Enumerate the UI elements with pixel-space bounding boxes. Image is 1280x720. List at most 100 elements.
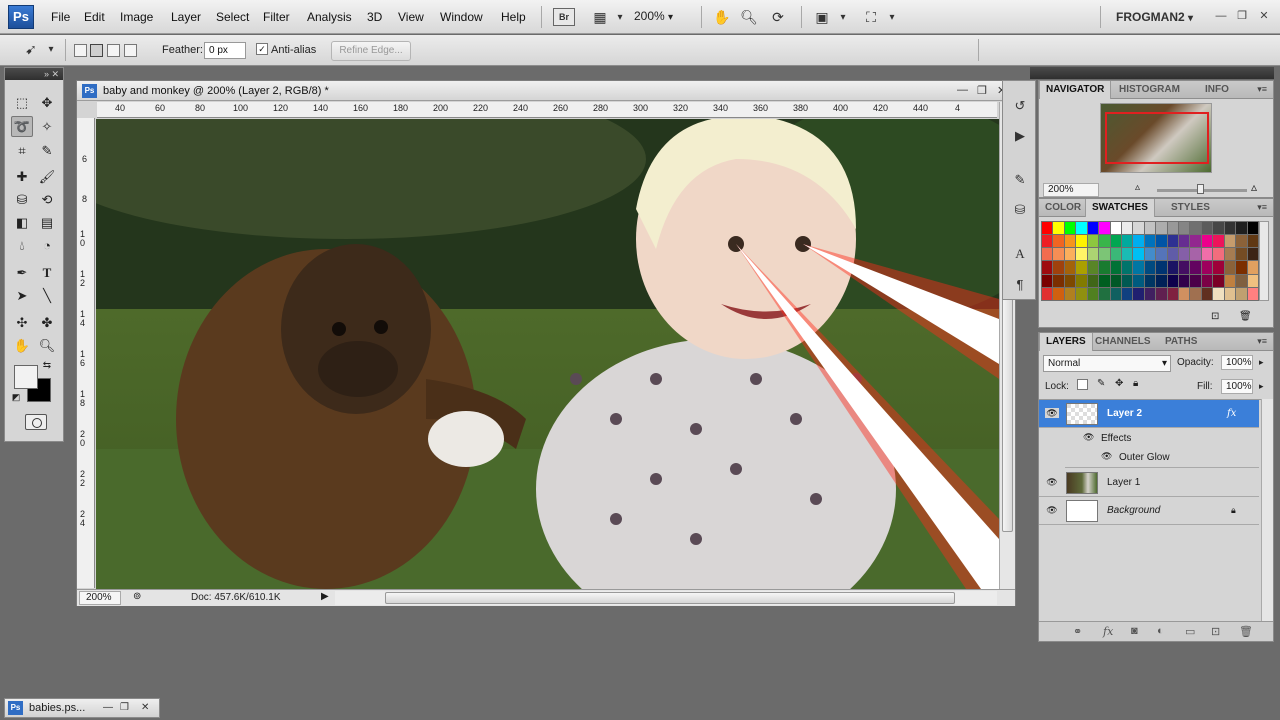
fx-badge[interactable]: fx [1227, 408, 1236, 419]
feather-input[interactable]: 0 px [204, 42, 246, 59]
document-title-bar[interactable]: Ps baby and monkey @ 200% (Layer 2, RGB/… [77, 81, 1015, 101]
color-swatch[interactable] [1179, 261, 1190, 274]
color-swatch[interactable] [1190, 274, 1201, 287]
workspace-switcher[interactable]: FROGMAN2 ▾ [1116, 10, 1193, 24]
color-swatch[interactable] [1121, 287, 1133, 300]
screen-mode-icon[interactable]: ⛶ [860, 7, 882, 27]
opacity-arrow-icon[interactable]: ▸ [1259, 357, 1264, 368]
color-swatch[interactable] [1076, 248, 1087, 261]
color-swatch[interactable] [1156, 287, 1167, 300]
tools-panel-header[interactable]: » ✕ [5, 68, 63, 80]
hand-tool-icon[interactable]: ✋ [711, 7, 733, 27]
color-swatch[interactable] [1121, 248, 1133, 261]
color-swatch[interactable] [1099, 248, 1110, 261]
color-swatch[interactable] [1099, 261, 1110, 274]
color-swatch[interactable] [1156, 235, 1167, 248]
marquee-tool-icon[interactable]: ⬚ [11, 92, 33, 113]
view-extras-icon[interactable]: ▦ [589, 7, 611, 27]
color-swatch[interactable] [1076, 222, 1087, 235]
color-swatch[interactable] [1110, 235, 1121, 248]
color-swatch[interactable] [1236, 248, 1247, 261]
trash-icon[interactable]: 🗑︎ [1239, 311, 1252, 322]
line-tool-icon[interactable]: ╲ [36, 285, 58, 306]
color-swatch[interactable] [1247, 287, 1258, 300]
lasso-tool-icon[interactable]: ➰ [11, 116, 33, 137]
color-swatch[interactable] [1110, 287, 1121, 300]
color-swatch[interactable] [1144, 235, 1156, 248]
minimized-document[interactable]: Ps babies.ps... — ❐ ✕ [4, 698, 160, 718]
tab-layers[interactable]: LAYERS [1039, 333, 1093, 351]
color-swatch[interactable] [1201, 235, 1213, 248]
color-swatch[interactable] [1042, 287, 1053, 300]
horizontal-ruler[interactable]: 40 60 80 100 120 140 160 180 200 220 240… [97, 102, 997, 118]
color-swatch[interactable] [1224, 235, 1236, 248]
color-swatch[interactable] [1201, 274, 1213, 287]
chevron-down-icon[interactable]: ▾ [609, 7, 631, 27]
lock-all-icon[interactable]: 🔒︎ [1133, 378, 1138, 389]
gradient-tool-icon[interactable]: ▤ [36, 212, 58, 233]
lasso-tool-preset-icon[interactable]: ➹ [20, 39, 42, 59]
link-layers-icon[interactable]: ⚭ [1073, 625, 1082, 638]
color-swatch[interactable] [1053, 248, 1064, 261]
lock-paint-icon[interactable]: ✎ [1097, 378, 1105, 389]
hand-tool-icon[interactable]: ✋ [11, 335, 33, 356]
color-swatch[interactable] [1179, 235, 1190, 248]
scroll-thumb[interactable] [385, 592, 955, 604]
color-swatch[interactable] [1076, 287, 1087, 300]
color-swatch[interactable] [1224, 248, 1236, 261]
document-size-info[interactable]: Doc: 457.6K/610.1K [191, 592, 281, 603]
color-swatch[interactable] [1064, 248, 1076, 261]
menu-file[interactable]: File [51, 10, 70, 24]
vertical-ruler[interactable]: 6 8 1 0 1 2 1 4 1 6 1 8 2 0 2 2 2 4 [77, 118, 95, 588]
blend-mode-select[interactable]: Normal [1043, 355, 1171, 372]
chevron-down-icon[interactable]: ▾ [881, 7, 903, 27]
tab-histogram[interactable]: HISTOGRAM [1113, 81, 1186, 99]
color-swatch[interactable] [1144, 248, 1156, 261]
navigator-view-box[interactable] [1105, 112, 1209, 164]
outer-glow-effect-row[interactable]: 👁︎ Outer Glow [1065, 449, 1259, 468]
color-swatch[interactable] [1087, 287, 1099, 300]
color-swatch[interactable] [1042, 222, 1053, 235]
layer-row-layer-2[interactable]: 👁︎ Layer 2 fx [1039, 400, 1259, 428]
color-swatch[interactable] [1099, 274, 1110, 287]
menu-image[interactable]: Image [120, 10, 153, 24]
menu-help[interactable]: Help [501, 10, 526, 24]
actions-panel-icon[interactable]: ▶ [1009, 125, 1031, 147]
default-colors-icon[interactable]: ◩ [9, 390, 23, 404]
quick-mask-button[interactable] [25, 414, 47, 430]
tab-paths[interactable]: PATHS [1159, 333, 1203, 351]
bridge-button[interactable]: Br [553, 8, 575, 26]
panel-menu-icon[interactable]: ▾≡ [1257, 202, 1267, 213]
color-swatch[interactable] [1179, 287, 1190, 300]
restore-icon[interactable]: ❐ [977, 84, 987, 97]
eye-icon[interactable]: 👁︎ [1083, 432, 1094, 443]
menu-edit[interactable]: Edit [84, 10, 105, 24]
color-swatch[interactable] [1076, 274, 1087, 287]
color-swatch[interactable] [1201, 222, 1213, 235]
color-swatch[interactable] [1121, 235, 1133, 248]
color-swatch[interactable] [1179, 222, 1190, 235]
color-swatch[interactable] [1121, 222, 1133, 235]
move-tool-icon[interactable]: ✥ [36, 92, 58, 113]
dodge-tool-icon[interactable]: ◔ [36, 235, 58, 256]
color-swatch[interactable] [1110, 248, 1121, 261]
color-swatch[interactable] [1247, 274, 1258, 287]
new-swatch-icon[interactable]: ⊡ [1211, 311, 1219, 322]
color-swatch[interactable] [1167, 274, 1179, 287]
color-swatch[interactable] [1247, 248, 1258, 261]
menu-analysis[interactable]: Analysis [307, 10, 352, 24]
new-layer-icon[interactable]: ⊡ [1211, 625, 1220, 638]
color-swatch[interactable] [1247, 261, 1258, 274]
color-swatch[interactable] [1087, 274, 1099, 287]
color-swatch[interactable] [1167, 287, 1179, 300]
menu-3d[interactable]: 3D [367, 10, 382, 24]
menu-layer[interactable]: Layer [171, 10, 201, 24]
paragraph-panel-icon[interactable]: ¶ [1009, 273, 1031, 295]
zoom-level-select[interactable]: 200% ▾ [634, 9, 692, 25]
color-swatch[interactable] [1064, 274, 1076, 287]
3d-rotate-tool-icon[interactable]: ✣ [11, 312, 33, 333]
clone-stamp-tool-icon[interactable]: ⛁ [11, 189, 33, 210]
color-swatch[interactable] [1144, 287, 1156, 300]
navigator-preview[interactable] [1100, 103, 1212, 173]
pen-tool-icon[interactable]: ✒ [11, 262, 33, 283]
